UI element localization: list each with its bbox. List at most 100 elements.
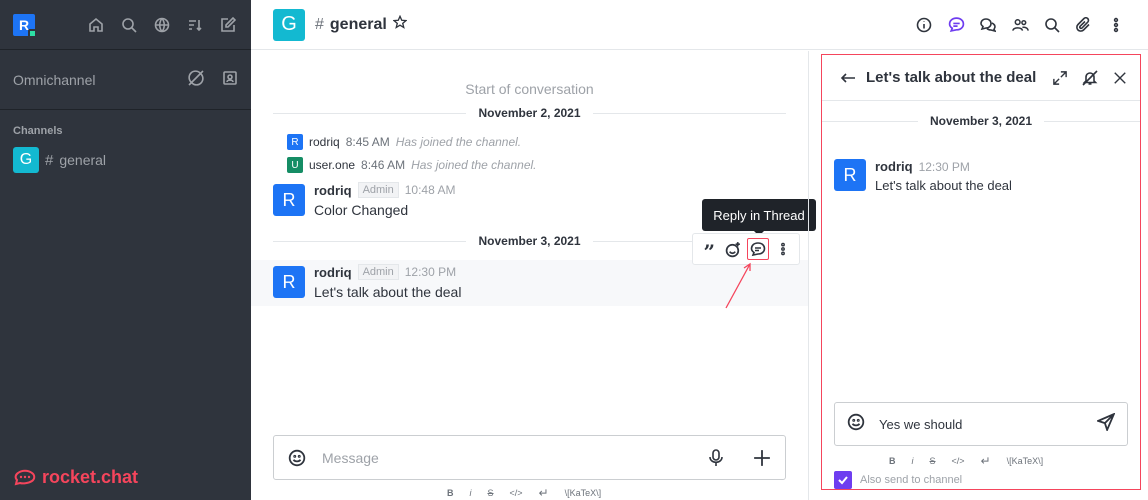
omnichannel-bar: Omnichannel [0,50,251,110]
home-icon[interactable] [86,15,106,35]
microphone-icon[interactable] [705,447,727,469]
italic-button[interactable]: i [912,456,914,466]
format-toolbar: B i S </> ↵ \[KaTeX\] [447,486,601,500]
contact-center-icon[interactable] [222,70,238,89]
plus-icon[interactable] [751,447,773,469]
room-info-icon[interactable] [914,15,934,35]
timestamp: 12:30 PM [918,159,970,174]
system-text: Has joined the channel. [395,135,522,149]
date-divider-label: November 3, 2021 [478,234,581,248]
room-header: G # general [251,0,1148,50]
send-icon[interactable] [1095,411,1116,436]
system-text: Has joined the channel. [411,158,537,172]
channel-avatar: G [13,147,39,173]
bold-button[interactable]: B [889,456,896,466]
avatar[interactable]: R [273,184,305,216]
sort-icon[interactable] [185,15,205,35]
logo-text: rocket.chat [42,467,139,487]
annotation-arrow [725,262,751,309]
directory-globe-icon[interactable] [152,15,172,35]
sidebar: R Omnichannel Channels G # general rocke… [0,0,251,500]
katex-button[interactable]: \[KaTeX\] [1007,456,1044,466]
code-button[interactable]: </> [510,488,523,498]
search-icon[interactable] [119,15,139,35]
create-new-icon[interactable] [218,15,238,35]
date-divider-label: November 2, 2021 [478,106,581,120]
hash-icon: # [315,15,324,33]
bold-button[interactable]: B [447,488,454,498]
quote-icon[interactable]: ” [698,238,720,262]
files-attachment-icon[interactable] [1074,15,1094,35]
italic-button[interactable]: i [470,488,472,498]
rocketchat-logo: rocket.chat [13,467,138,488]
search-messages-icon[interactable] [1042,15,1062,35]
katex-button[interactable]: \[KaTeX\] [565,488,602,498]
more-options-icon[interactable] [772,238,794,260]
timestamp: 8:46 AM [361,158,406,172]
message-input[interactable] [322,449,705,466]
avatar[interactable]: U [287,157,303,173]
sidebar-item-general[interactable]: G # general [0,143,251,177]
strike-button[interactable]: S [930,456,936,466]
threads-icon[interactable] [946,15,966,35]
avatar[interactable]: R [287,134,303,150]
message-text: Let's talk about the deal [314,284,462,300]
favorite-star-icon[interactable] [392,14,408,34]
date-divider-label: November 3, 2021 [929,114,1033,128]
also-send-checkbox[interactable] [834,471,852,489]
thread-message[interactable]: R rodriq 12:30 PM Let's talk about the d… [834,159,1012,193]
rocket-logo-icon [14,469,36,485]
multiline-icon[interactable]: ↵ [539,486,549,500]
status-indicator [28,28,37,38]
omnichannel-availability-icon[interactable] [188,70,204,89]
date-divider: November 2, 2021 [273,105,786,121]
thread-message-input[interactable]: Yes we should [879,417,1097,432]
checkmark-icon [838,476,848,485]
username[interactable]: rodriq [875,159,913,174]
username[interactable]: user.one [309,158,355,172]
username[interactable]: rodriq [309,135,340,149]
close-icon[interactable] [1110,68,1130,88]
message-text: Let's talk about the deal [875,178,1012,193]
reply-in-thread-tooltip: Reply in Thread [702,199,816,236]
hash-icon: # [45,151,54,169]
room-name: general [329,15,387,33]
room-avatar: G [273,8,305,41]
emoji-icon[interactable] [847,413,865,436]
omnichannel-label: Omnichannel [13,71,96,88]
also-send-to-channel: Also send to channel [834,471,962,489]
channels-section-title: Channels [13,125,63,137]
message-text: Color Changed [314,202,409,218]
multiline-icon[interactable]: ↵ [981,454,991,468]
start-of-conversation: Start of conversation [465,81,594,97]
avatar[interactable]: R [273,266,305,298]
sidebar-item-label: general [59,152,107,168]
back-arrow-icon[interactable] [838,68,858,88]
emoji-icon[interactable] [286,447,308,469]
username[interactable]: rodriq [314,265,352,280]
message-composer [273,435,786,480]
members-icon[interactable] [1010,15,1030,35]
thread-composer[interactable]: Yes we should [834,402,1128,446]
add-reaction-icon[interactable] [723,238,745,260]
system-message: R rodriq 8:45 AM Has joined the channel. [287,134,521,150]
thread-panel: Let's talk about the deal November 3, 20… [808,51,1148,500]
strike-button[interactable]: S [488,488,494,498]
reply-in-thread-icon[interactable] [747,238,770,260]
unfollow-bell-icon[interactable] [1080,68,1100,88]
discussions-icon[interactable] [978,15,998,35]
expand-icon[interactable] [1050,68,1070,88]
code-button[interactable]: </> [952,456,965,466]
thread-header: Let's talk about the deal [822,55,1140,101]
thread-format-toolbar: B i S </> ↵ \[KaTeX\] [889,454,1043,468]
avatar[interactable]: R [834,159,866,191]
thread-title: Let's talk about the deal [866,69,1037,86]
room-title: # general [315,14,408,34]
kebab-menu-icon[interactable] [1106,15,1126,35]
thread-panel-highlight: Let's talk about the deal November 3, 20… [821,54,1141,490]
username[interactable]: rodriq [314,183,352,198]
system-message: U user.one 8:46 AM Has joined the channe… [287,157,537,173]
role-badge: Admin [357,182,399,198]
also-send-label: Also send to channel [860,474,963,486]
user-avatar[interactable]: R [13,13,37,38]
